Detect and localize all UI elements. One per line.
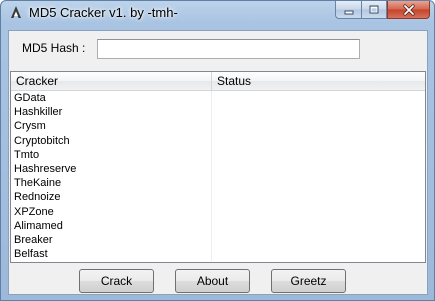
cracker-name: GData — [11, 91, 212, 106]
cracker-name: Cryptobitch — [11, 133, 212, 148]
cracker-status — [212, 134, 425, 148]
cracker-status — [212, 105, 425, 119]
list-item[interactable]: Alimamed — [11, 218, 425, 233]
cracker-name: Alimamed — [11, 218, 212, 233]
client-area: MD5 Hash : Cracker Status GData Hashkille… — [8, 30, 428, 295]
cracker-name: XPZone — [11, 204, 212, 219]
cracker-status — [212, 233, 425, 247]
list-body: GData Hashkiller Crysm Cryptobitch Tmto Hashr… — [11, 91, 425, 262]
list-item[interactable]: Belfast — [11, 247, 425, 262]
cracker-status — [212, 205, 425, 219]
window-title: MD5 Cracker v1. by -tmh- — [29, 5, 178, 20]
list-item[interactable]: Breaker — [11, 232, 425, 248]
cracker-status — [212, 162, 425, 176]
cracker-status — [212, 219, 425, 233]
list-item[interactable]: Hashreserve — [11, 161, 425, 177]
md5-hash-label: MD5 Hash : — [22, 41, 86, 55]
cracker-status — [212, 247, 425, 261]
list-header: Cracker Status — [11, 72, 425, 91]
close-button[interactable] — [387, 1, 430, 19]
md5-hash-input[interactable] — [97, 39, 360, 59]
list-item[interactable]: XPZone — [11, 204, 425, 219]
minimize-button[interactable] — [335, 1, 361, 19]
maximize-button[interactable] — [361, 1, 387, 19]
cracker-name: TheKaine — [11, 176, 212, 191]
cracker-name: Crysm — [11, 119, 212, 134]
title-bar[interactable]: MD5 Cracker v1. by -tmh- — [1, 1, 434, 24]
cracker-status — [212, 148, 425, 162]
cracker-name: Rednoize — [11, 190, 212, 205]
caption-buttons — [335, 1, 430, 20]
list-item[interactable]: Crysm — [11, 119, 425, 134]
cracker-name: Hashkiller — [11, 105, 212, 120]
column-header-cracker[interactable]: Cracker — [11, 72, 212, 90]
crack-button[interactable]: Crack — [79, 269, 154, 293]
cracker-name: Tmto — [11, 147, 212, 162]
cracker-status — [212, 91, 425, 105]
greetz-button[interactable]: Greetz — [271, 269, 346, 293]
list-item[interactable]: Tmto — [11, 147, 425, 162]
cracker-name: Hashreserve — [11, 161, 212, 177]
list-item[interactable]: TheKaine — [11, 176, 425, 191]
app-icon — [9, 5, 23, 19]
cracker-list[interactable]: Cracker Status GData Hashkiller Crysm Crypt… — [10, 71, 426, 263]
cracker-status — [212, 190, 425, 204]
list-item[interactable]: GData — [11, 91, 425, 106]
list-item[interactable]: Rednoize — [11, 190, 425, 205]
cracker-status — [212, 119, 425, 133]
list-item[interactable]: Cryptobitch — [11, 133, 425, 148]
minimize-icon — [344, 10, 353, 14]
cracker-status — [212, 176, 425, 190]
column-header-status[interactable]: Status — [212, 72, 425, 90]
list-item[interactable]: Hashkiller — [11, 105, 425, 120]
cracker-name: Breaker — [11, 232, 212, 248]
cracker-name: Belfast — [11, 247, 212, 262]
app-window: MD5 Cracker v1. by -tmh- MD5 Hash: Crac… — [0, 0, 435, 301]
maximize-icon — [369, 5, 379, 13]
about-button[interactable]: About — [175, 269, 250, 293]
close-icon — [402, 3, 415, 16]
